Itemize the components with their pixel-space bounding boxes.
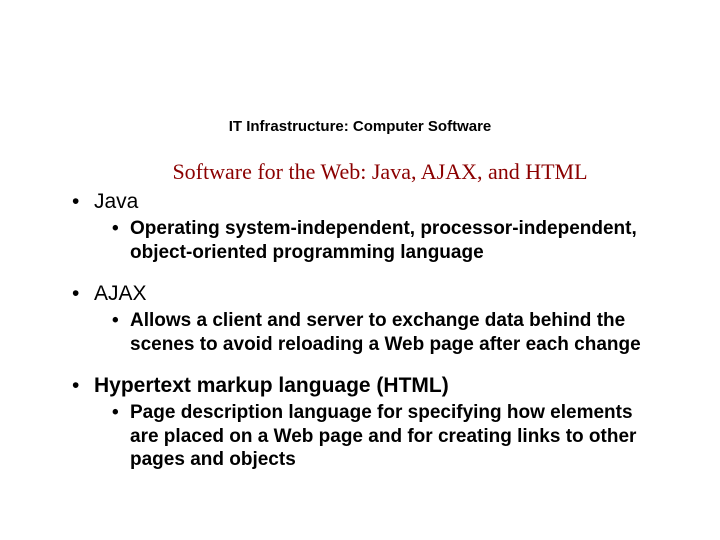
bullet-html: Hypertext markup language (HTML) Page de… (58, 373, 666, 473)
bullet-html-detail: Page description language for specifying… (108, 401, 666, 472)
bullet-ajax: AJAX Allows a client and server to excha… (58, 281, 666, 357)
bullet-label: Java (94, 190, 138, 213)
bullet-ajax-detail: Allows a client and server to exchange d… (108, 309, 666, 357)
slide: IT Infrastructure: Computer Software Sof… (0, 0, 720, 540)
slide-title: Software for the Web: Java, AJAX, and HT… (0, 159, 720, 185)
slide-content: Java Operating system-independent, proce… (0, 185, 720, 472)
bullet-java-detail: Operating system-independent, processor-… (108, 217, 666, 265)
bullet-java: Java Operating system-independent, proce… (58, 189, 666, 265)
bullet-label: AJAX (94, 282, 147, 305)
bullet-label: Hypertext markup language (HTML) (94, 374, 449, 397)
slide-header: IT Infrastructure: Computer Software (0, 0, 720, 135)
